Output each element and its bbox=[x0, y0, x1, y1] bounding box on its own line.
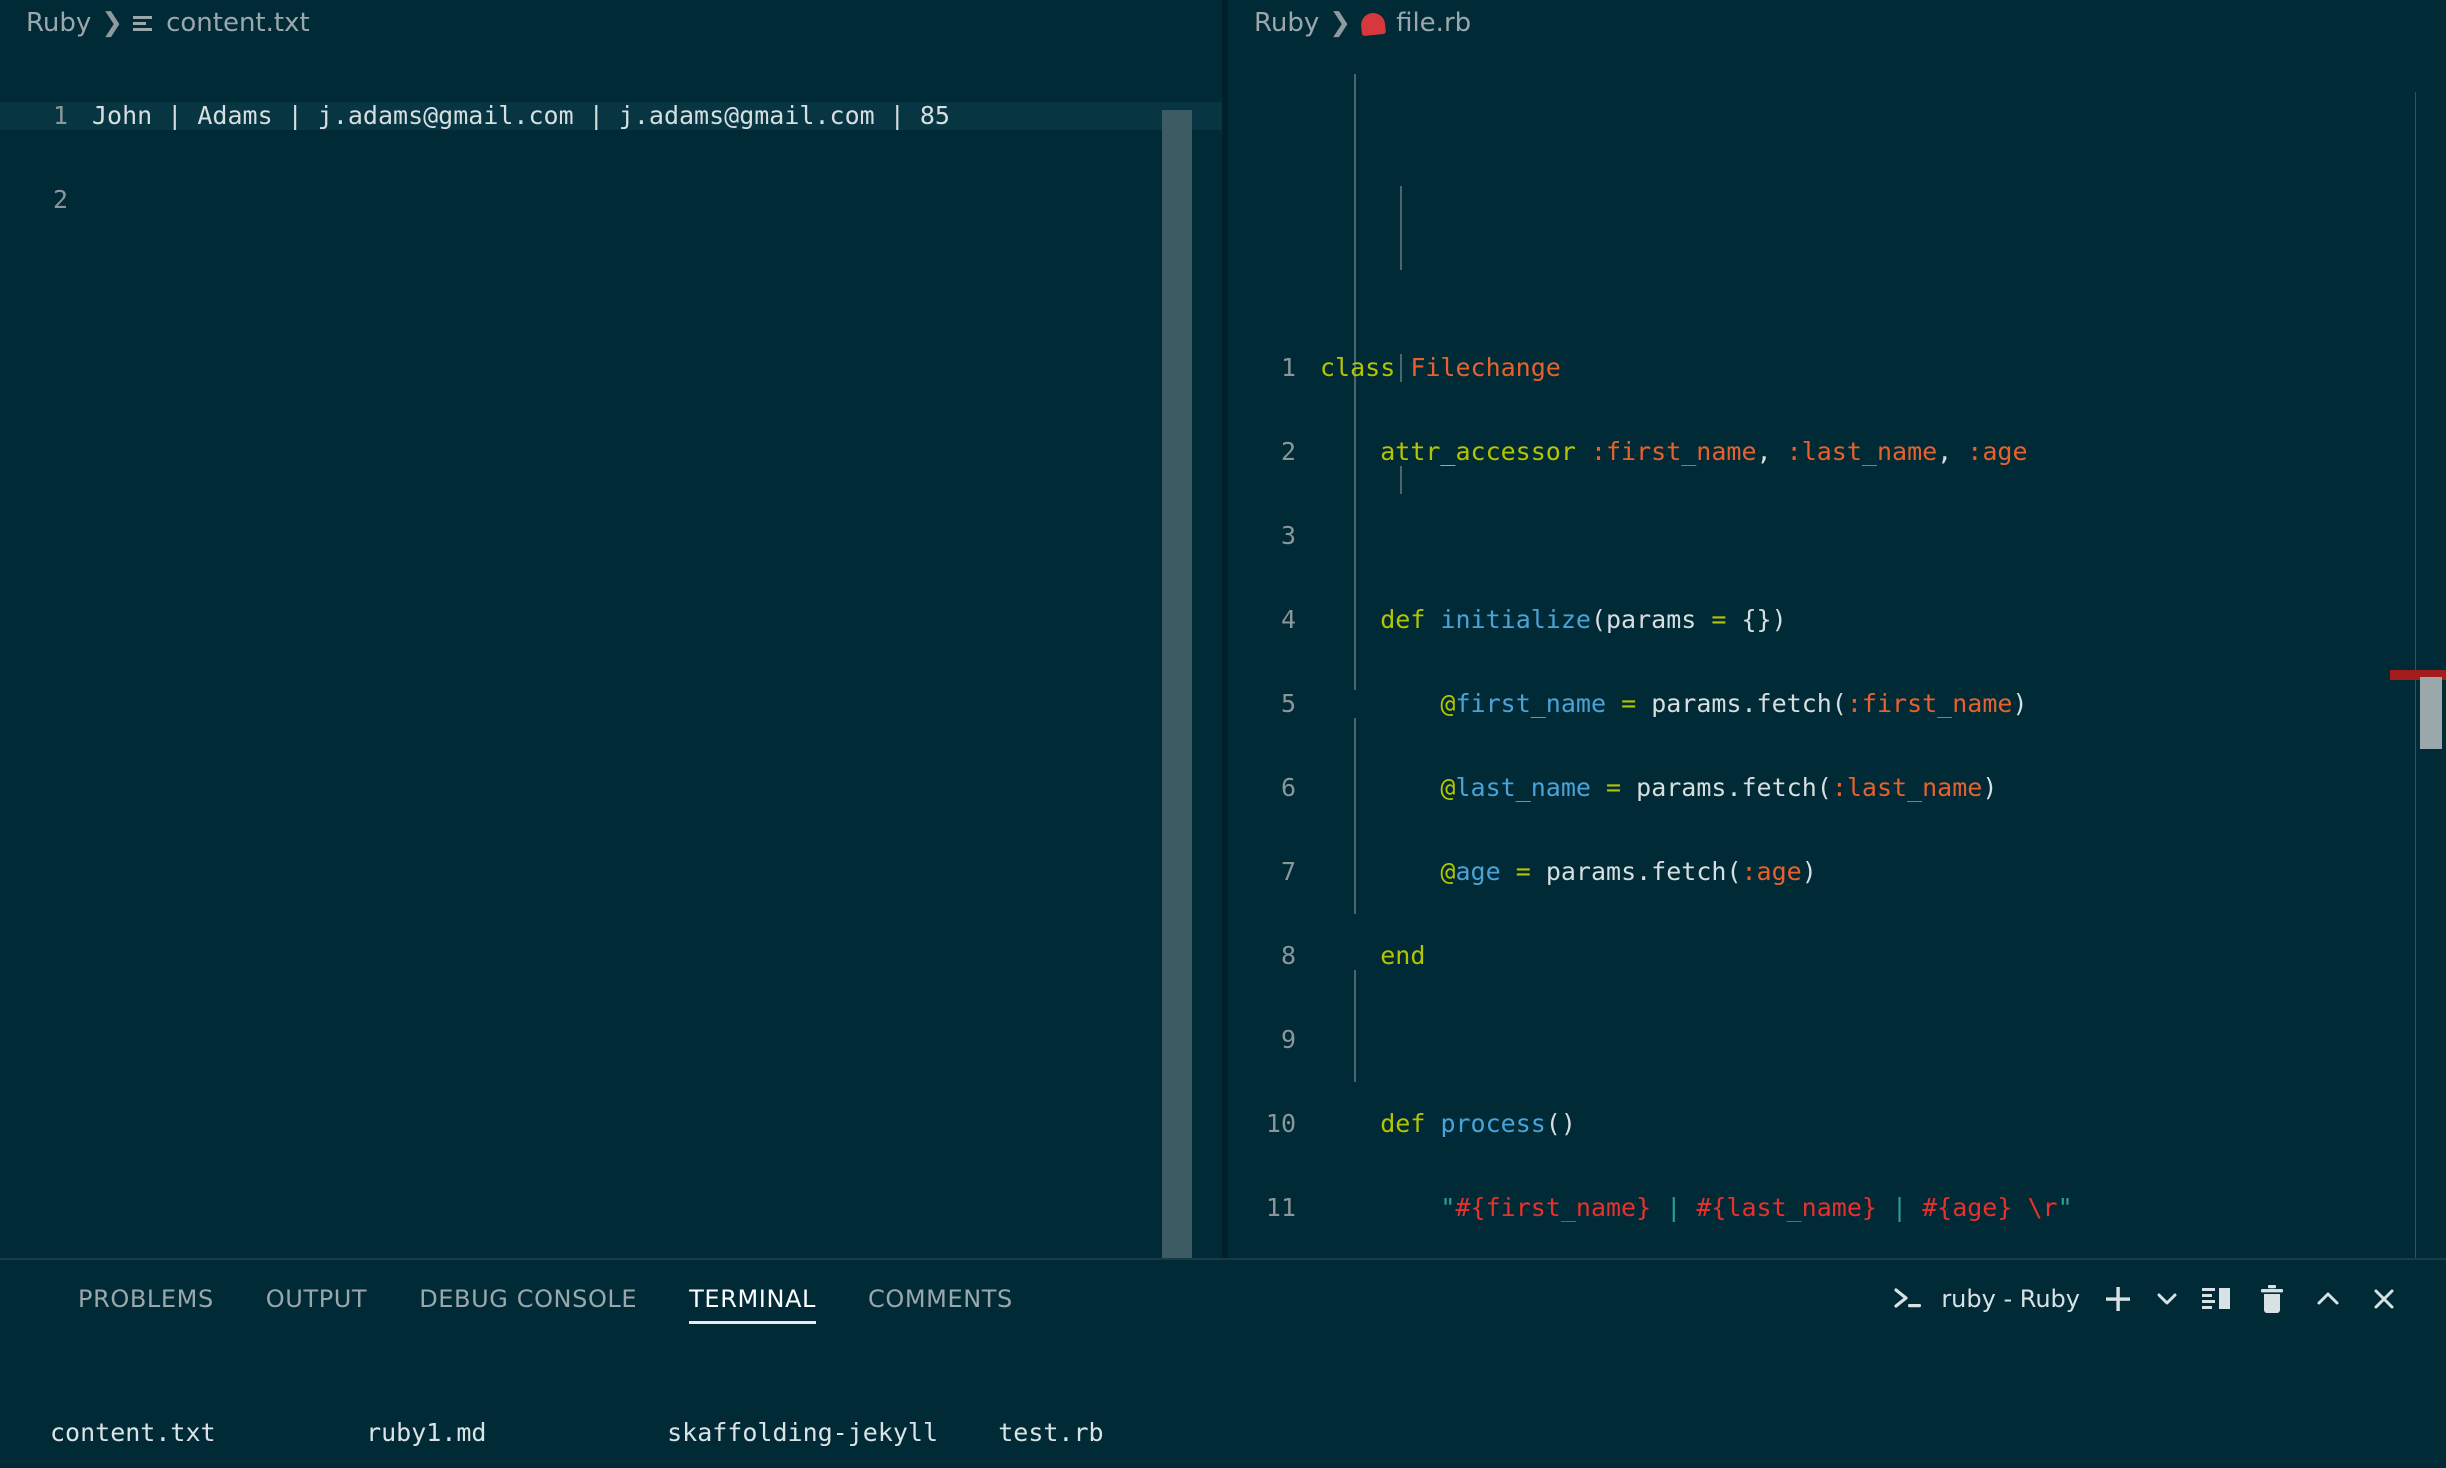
line-text[interactable]: @age = params.fetch(:age) bbox=[1320, 858, 2446, 886]
breadcrumb-separator-icon: ❯ bbox=[1329, 8, 1352, 38]
panel-actions: ruby - Ruby bbox=[1893, 1271, 2412, 1327]
indent-guide bbox=[1354, 74, 1356, 690]
editor-row[interactable]: 6 @last_name = params.fetch(:last_name) bbox=[1228, 774, 2446, 802]
line-number: 6 bbox=[1280, 773, 1296, 802]
terminal-dropdown-button[interactable] bbox=[2146, 1271, 2188, 1327]
tab-problems[interactable]: PROBLEMS bbox=[52, 1260, 240, 1338]
editor-scrollbar-right[interactable] bbox=[2390, 92, 2446, 1258]
line-text[interactable]: attr_accessor :first_name, :last_name, :… bbox=[1320, 438, 2446, 466]
editor-row[interactable]: 1 John | Adams | j.adams@gmail.com | j.a… bbox=[0, 102, 1222, 130]
editor-row[interactable]: 1 class Filechange bbox=[1228, 354, 2446, 382]
breadcrumb-file-right[interactable]: file.rb bbox=[1396, 8, 1471, 38]
new-terminal-button[interactable] bbox=[2090, 1271, 2146, 1327]
line-text[interactable]: John | Adams | j.adams@gmail.com | j.ada… bbox=[92, 102, 1222, 130]
editor-pane-right: Ruby ❯ file.rb 1 class Filechange 2 attr… bbox=[1228, 0, 2446, 1258]
line-number: 9 bbox=[1280, 1025, 1296, 1054]
line-text[interactable]: @last_name = params.fetch(:last_name) bbox=[1320, 774, 2446, 802]
editor-row[interactable]: 3 bbox=[1228, 522, 2446, 550]
scrollbar-thumb[interactable] bbox=[2420, 677, 2442, 749]
maximize-panel-button[interactable] bbox=[2300, 1271, 2356, 1327]
ruby-icon bbox=[1359, 11, 1387, 37]
vscode-window: Ruby ❯ content.txt 1 John | Adams | j.ad… bbox=[0, 0, 2446, 1468]
scrollbar-thumb[interactable] bbox=[1162, 110, 1192, 1258]
line-number: 1 bbox=[52, 101, 68, 130]
line-text[interactable]: end bbox=[1320, 942, 2446, 970]
code-lines-left: 1 John | Adams | j.adams@gmail.com | j.a… bbox=[0, 46, 1222, 270]
close-panel-button[interactable] bbox=[2356, 1271, 2412, 1327]
breadcrumb-right[interactable]: Ruby ❯ file.rb bbox=[1228, 0, 2446, 46]
tab-debug-console[interactable]: DEBUG CONSOLE bbox=[393, 1260, 663, 1338]
editor-row[interactable]: 4 def initialize(params = {}) bbox=[1228, 606, 2446, 634]
line-number: 11 bbox=[1265, 1193, 1296, 1222]
line-number: 1 bbox=[1280, 353, 1296, 382]
breadcrumb-root-right[interactable]: Ruby bbox=[1254, 8, 1319, 38]
indent-guide bbox=[1400, 186, 1402, 270]
line-number: 3 bbox=[1280, 521, 1296, 550]
split-terminal-button[interactable] bbox=[2188, 1271, 2244, 1327]
code-lines-right: 1 class Filechange 2 attr_accessor :first… bbox=[1228, 46, 2446, 1258]
editor-row[interactable]: 10 def process() bbox=[1228, 1110, 2446, 1138]
line-text[interactable]: class Filechange bbox=[1320, 354, 2446, 382]
tab-terminal[interactable]: TERMINAL bbox=[663, 1260, 842, 1338]
line-number: 10 bbox=[1265, 1109, 1296, 1138]
line-number: 7 bbox=[1280, 857, 1296, 886]
line-text[interactable]: "#{first_name} | #{last_name} | #{age} \… bbox=[1320, 1194, 2446, 1222]
editor-row[interactable]: 11 "#{first_name} | #{last_name} | #{age… bbox=[1228, 1194, 2446, 1222]
editor-row[interactable]: 8 end bbox=[1228, 942, 2446, 970]
breadcrumb-left[interactable]: Ruby ❯ content.txt bbox=[0, 0, 1222, 46]
panel-tabs: PROBLEMS OUTPUT DEBUG CONSOLE TERMINAL C… bbox=[52, 1260, 1039, 1338]
panel-header: PROBLEMS OUTPUT DEBUG CONSOLE TERMINAL C… bbox=[0, 1260, 2446, 1338]
breadcrumb-separator-icon: ❯ bbox=[101, 8, 124, 38]
editor-row[interactable]: 9 bbox=[1228, 1026, 2446, 1054]
terminal-selector-label: ruby - Ruby bbox=[1941, 1285, 2080, 1313]
line-text[interactable] bbox=[1320, 1026, 2446, 1054]
line-number: 2 bbox=[1280, 437, 1296, 466]
editor-scrollbar-left[interactable] bbox=[1162, 92, 1192, 1258]
line-number: 8 bbox=[1280, 941, 1296, 970]
terminal-selector[interactable]: ruby - Ruby bbox=[1893, 1285, 2090, 1313]
terminal-line: content.txt ruby1.md skaffolding-jekyll … bbox=[50, 1418, 1104, 1447]
terminal-prompt-icon bbox=[1893, 1286, 1927, 1312]
indent-guide bbox=[1400, 466, 1402, 494]
text-file-icon bbox=[133, 14, 155, 34]
editor-pane-left: Ruby ❯ content.txt 1 John | Adams | j.ad… bbox=[0, 0, 1222, 1258]
editor-row[interactable]: 2 bbox=[0, 186, 1222, 214]
line-number: 2 bbox=[52, 185, 68, 214]
line-text[interactable] bbox=[1320, 522, 2446, 550]
tab-comments[interactable]: COMMENTS bbox=[842, 1260, 1039, 1338]
code-area-left[interactable]: 1 John | Adams | j.adams@gmail.com | j.a… bbox=[0, 46, 1222, 1258]
line-text[interactable] bbox=[92, 186, 1222, 214]
line-text[interactable]: def initialize(params = {}) bbox=[1320, 606, 2446, 634]
line-text[interactable]: @first_name = params.fetch(:first_name) bbox=[1320, 690, 2446, 718]
editor-area: Ruby ❯ content.txt 1 John | Adams | j.ad… bbox=[0, 0, 2446, 1258]
line-number: 4 bbox=[1280, 605, 1296, 634]
terminal-output[interactable]: content.txt ruby1.md skaffolding-jekyll … bbox=[0, 1338, 2446, 1468]
editor-row[interactable]: 5 @first_name = params.fetch(:first_name… bbox=[1228, 690, 2446, 718]
breadcrumb-root-left[interactable]: Ruby bbox=[26, 8, 91, 38]
breadcrumb-file-left[interactable]: content.txt bbox=[166, 8, 310, 38]
line-text[interactable]: def process() bbox=[1320, 1110, 2446, 1138]
tab-output[interactable]: OUTPUT bbox=[240, 1260, 393, 1338]
editor-row[interactable]: 7 @age = params.fetch(:age) bbox=[1228, 858, 2446, 886]
editor-row[interactable]: 2 attr_accessor :first_name, :last_name,… bbox=[1228, 438, 2446, 466]
bottom-panel: PROBLEMS OUTPUT DEBUG CONSOLE TERMINAL C… bbox=[0, 1258, 2446, 1468]
kill-terminal-button[interactable] bbox=[2244, 1271, 2300, 1327]
code-area-right[interactable]: 1 class Filechange 2 attr_accessor :first… bbox=[1228, 46, 2446, 1258]
line-number: 5 bbox=[1280, 689, 1296, 718]
